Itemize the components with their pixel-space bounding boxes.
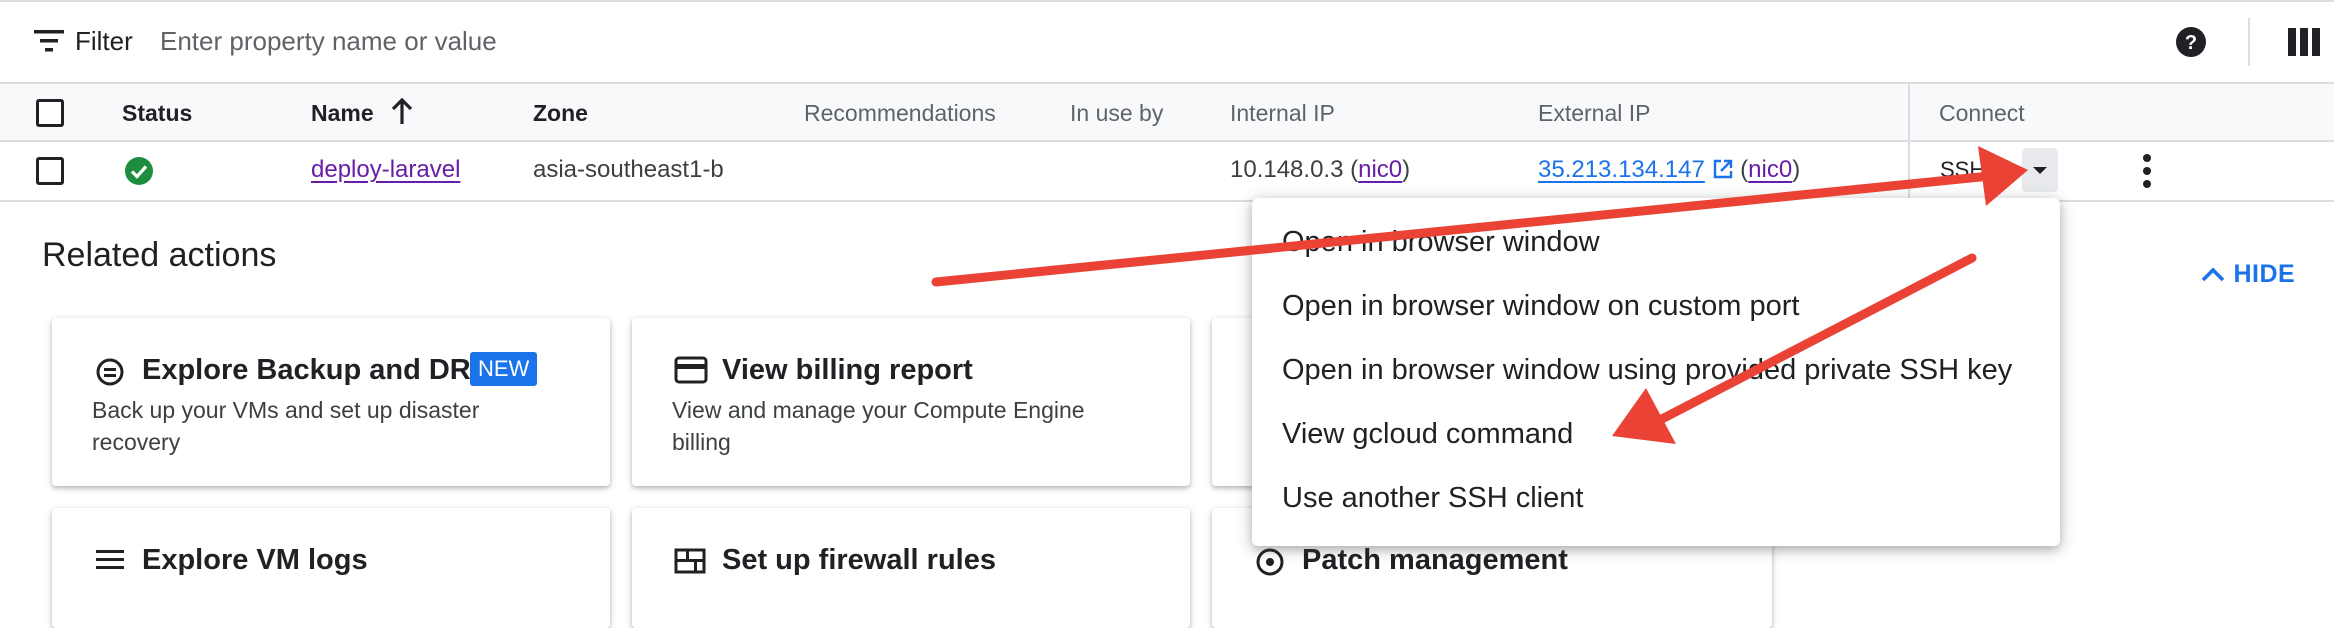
- column-zone: Zone: [533, 100, 588, 126]
- hide-label: HIDE: [2233, 260, 2296, 288]
- card-explore-vm-logs[interactable]: Explore VM logs: [52, 508, 610, 628]
- filter-label[interactable]: Filter: [75, 26, 133, 57]
- column-name[interactable]: Name: [311, 100, 374, 127]
- menu-item-private-key[interactable]: Open in browser window using provided pr…: [1282, 354, 2012, 387]
- ssh-options-menu: Open in browser window Open in browser w…: [1252, 198, 2060, 546]
- column-connect: Connect: [1939, 100, 2025, 126]
- internal-nic-link[interactable]: nic0: [1358, 156, 1402, 183]
- more-vert-icon[interactable]: [2134, 152, 2160, 190]
- card-title: View billing report: [722, 354, 973, 386]
- menu-item-open-browser[interactable]: Open in browser window: [1282, 226, 1600, 259]
- card-title: Explore Backup and DR: [142, 354, 471, 386]
- row-checkbox[interactable]: [36, 157, 64, 185]
- column-display-icon[interactable]: [2288, 26, 2322, 58]
- column-internal-ip: Internal IP: [1230, 100, 1335, 126]
- check-circle-icon: [125, 157, 153, 185]
- card-title: Explore VM logs: [142, 544, 368, 576]
- new-badge: NEW: [470, 352, 538, 386]
- filter-input[interactable]: [160, 20, 1460, 62]
- card-title: Patch management: [1302, 544, 1568, 576]
- card-description: Back up your VMs and set up disaster rec…: [92, 397, 480, 455]
- external-ip-link[interactable]: 35.213.134.147: [1538, 156, 1705, 183]
- backup-icon: [96, 358, 124, 386]
- internal-ip-value: 10.148.0.3: [1230, 156, 1344, 183]
- list-icon: [96, 550, 124, 569]
- column-status: Status: [122, 100, 193, 126]
- external-nic-link[interactable]: nic0: [1748, 156, 1792, 183]
- menu-item-custom-port[interactable]: Open in browser window on custom port: [1282, 290, 1799, 323]
- toolbar-divider: [2248, 18, 2250, 66]
- svg-text:?: ?: [2185, 32, 2197, 54]
- hide-button[interactable]: HIDE: [2200, 260, 2295, 289]
- credit-card-icon: [674, 356, 708, 384]
- card-description: View and manage your Compute Engine bill…: [672, 397, 1085, 455]
- column-in-use-by: In use by: [1070, 100, 1164, 126]
- chevron-up-icon: [2201, 267, 2225, 282]
- external-link-icon[interactable]: [1712, 158, 1734, 180]
- firewall-icon: [674, 548, 706, 574]
- card-title: Set up firewall rules: [722, 544, 996, 576]
- filter-icon[interactable]: [34, 28, 64, 54]
- instance-zone: asia-southeast1-b: [533, 156, 724, 183]
- column-external-ip: External IP: [1538, 100, 1651, 126]
- instance-name-link[interactable]: deploy-laravel: [311, 156, 460, 184]
- column-recommendations: Recommendations: [804, 100, 996, 126]
- related-actions-title: Related actions: [42, 236, 277, 274]
- caret-down-icon: [2033, 167, 2047, 174]
- select-all-checkbox[interactable]: [36, 99, 64, 127]
- card-firewall-rules[interactable]: Set up firewall rules: [632, 508, 1190, 628]
- external-ip-cell: 35.213.134.147 (nic0): [1538, 156, 1801, 183]
- card-view-billing[interactable]: View billing report View and manage your…: [632, 318, 1190, 486]
- menu-item-gcloud-command[interactable]: View gcloud command: [1282, 418, 1573, 451]
- menu-item-another-ssh-client[interactable]: Use another SSH client: [1282, 482, 1583, 515]
- internal-ip-cell: 10.148.0.3 (nic0): [1230, 156, 1411, 183]
- sort-ascending-icon[interactable]: [390, 98, 414, 126]
- help-icon[interactable]: ?: [2173, 24, 2209, 60]
- card-explore-backup[interactable]: Explore Backup and DR NEW Back up your V…: [52, 318, 610, 486]
- patch-icon: [1256, 548, 1284, 576]
- ssh-button[interactable]: SSH: [1940, 157, 2028, 199]
- ssh-dropdown-button[interactable]: [2022, 148, 2058, 192]
